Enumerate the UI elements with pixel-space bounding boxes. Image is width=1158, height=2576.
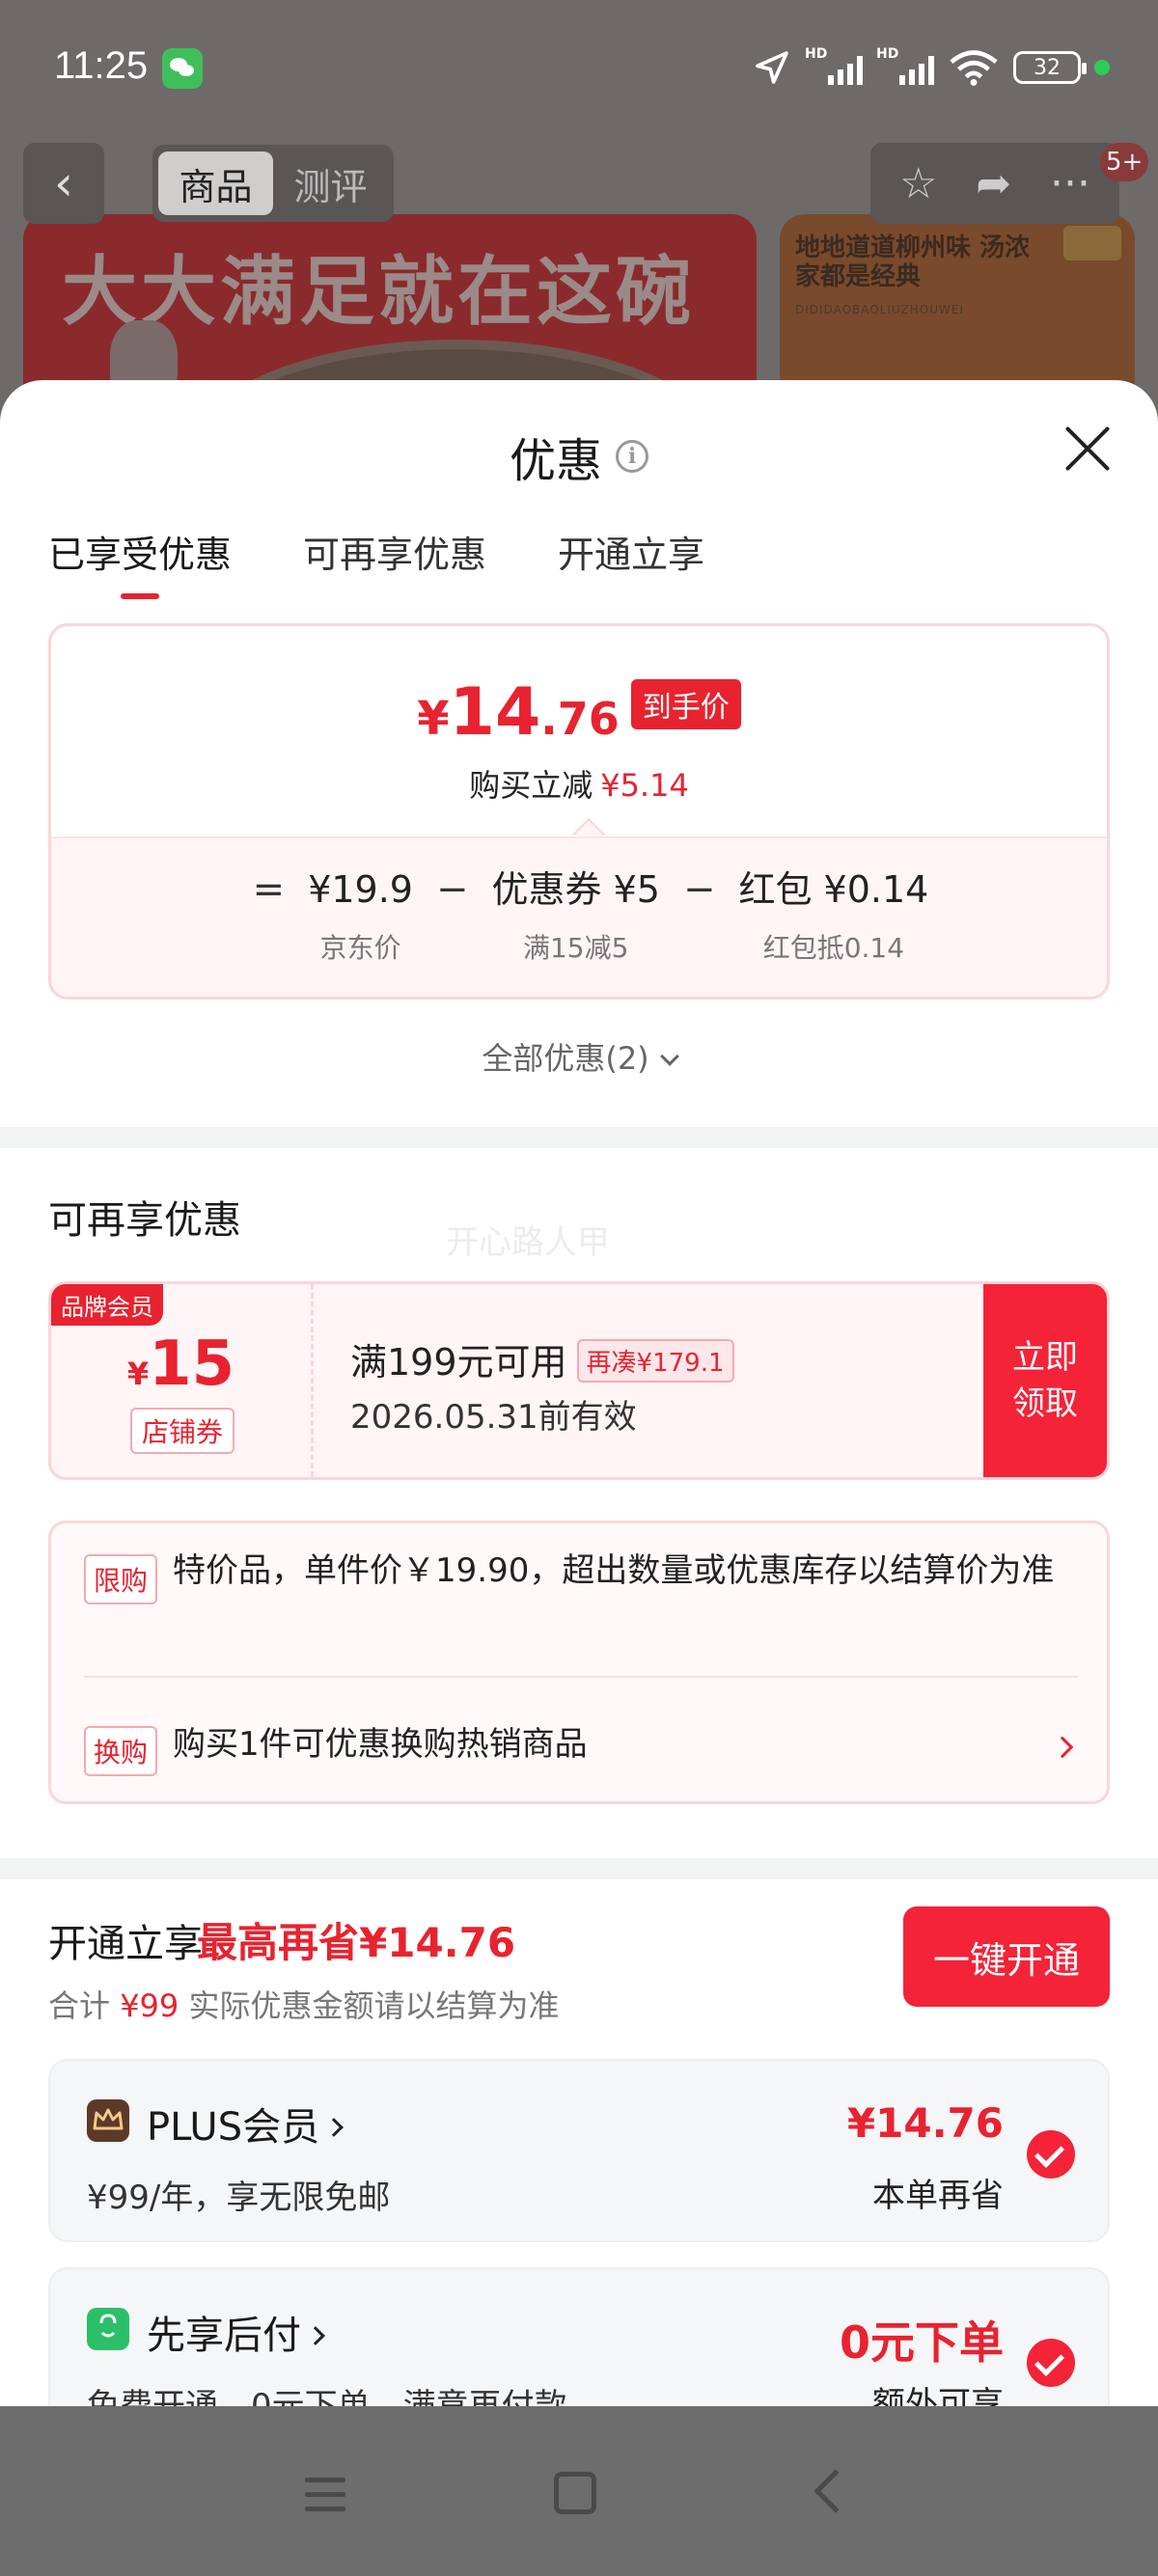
formula-op: = bbox=[252, 867, 286, 912]
final-price-card: ¥14.76 到手价 购买立减 ¥5.14 = ¥19.9 京东价 − 优惠券 ¥5… bbox=[48, 623, 1110, 1000]
banner-right-subtext: DIDIDAOBAOLIUZHOUWEI bbox=[795, 303, 964, 316]
discount-sheet: 优惠 i 已享受优惠 可再享优惠 开通立享 ¥14.76 到手价 购买立减 ¥5.14… bbox=[0, 380, 1158, 2406]
pay-later-title[interactable]: 先享后付 bbox=[147, 2304, 325, 2360]
pay-later-label: 额外可享 bbox=[872, 2385, 1004, 2406]
formula-red-packet: 红包 ¥0.14 红包抵0.14 bbox=[738, 868, 929, 964]
instant-discount-value: ¥5.14 bbox=[600, 767, 689, 804]
one-click-open-button[interactable]: 一键开通 bbox=[903, 1906, 1110, 2007]
status-time: 11:25 bbox=[54, 44, 149, 87]
coupon-amount: ¥15 bbox=[126, 1329, 235, 1400]
rule-divider bbox=[84, 1676, 1078, 1678]
tab-open-to-enjoy[interactable]: 开通立享 bbox=[558, 525, 704, 599]
price-formula: = ¥19.9 京东价 − 优惠券 ¥5 满15减5 − 红包 ¥0.14 红包… bbox=[51, 865, 1107, 966]
plus-membership-desc: ¥99/年，享无限免邮 bbox=[87, 2179, 391, 2217]
wifi-icon bbox=[950, 50, 998, 86]
section-divider bbox=[0, 1127, 1158, 1148]
final-price-decimal: .76 bbox=[540, 693, 620, 745]
more-options-icon[interactable]: ··· bbox=[1050, 159, 1090, 208]
coupon-need-more: 再凑¥179.1 bbox=[576, 1339, 734, 1383]
crown-icon bbox=[87, 2099, 129, 2142]
camera-indicator-dot bbox=[1094, 60, 1110, 75]
chevron-right-icon bbox=[306, 2326, 325, 2345]
tab-review[interactable]: 测评 bbox=[273, 151, 388, 215]
chevron-right-icon[interactable] bbox=[1051, 1736, 1074, 1759]
claim-coupon-button[interactable]: 立即领取 bbox=[983, 1284, 1107, 1477]
rule-tag-exchange: 换购 bbox=[84, 1726, 158, 1776]
banner-right-text: 地地道道柳州味 汤浓家都是经典 bbox=[795, 233, 1031, 291]
message-badge: 5+ bbox=[1100, 143, 1149, 181]
location-icon bbox=[756, 51, 788, 84]
pay-later-desc: 免费开通，0元下单，满意再付款 bbox=[87, 2387, 567, 2406]
final-price-integer: 14 bbox=[449, 674, 541, 751]
watermark: 开心路人甲 bbox=[446, 1223, 610, 1262]
rule-text-limit: 特价品，单件价￥19.90，超出数量或优惠库存以结算价为准 bbox=[173, 1551, 1055, 1590]
tab-more-discounts[interactable]: 可再享优惠 bbox=[303, 525, 486, 599]
coupon-condition: 满199元可用 再凑¥179.1 bbox=[350, 1332, 734, 1385]
page-tabs: 商品 测评 bbox=[152, 145, 394, 222]
recent-apps-icon[interactable] bbox=[305, 2478, 345, 2512]
formula-coupon: 优惠券 ¥5 满15减5 bbox=[491, 868, 660, 964]
purchase-rules: 限购 特价品，单件价￥19.90，超出数量或优惠库存以结算价为准 换购 购买1件… bbox=[48, 1521, 1110, 1804]
shopping-bag-icon bbox=[87, 2308, 129, 2350]
final-price: ¥14.76 到手价 bbox=[51, 674, 1107, 751]
chevron-right-icon bbox=[324, 2118, 344, 2137]
status-bar: 11:25 HD HD 32 bbox=[0, 0, 1158, 135]
plus-membership-card[interactable]: PLUS会员 ¥99/年，享无限免邮 ¥14.76 本单再省 bbox=[48, 2059, 1110, 2242]
pay-later-card[interactable]: 先享后付 免费开通，0元下单，满意再付款 0元下单 额外可享 bbox=[48, 2267, 1110, 2406]
brand-member-badge: 品牌会员 bbox=[51, 1284, 163, 1326]
status-indicators: HD HD 32 bbox=[753, 46, 1110, 89]
share-icon[interactable]: ➦ bbox=[976, 159, 1011, 208]
signal-1-icon: HD bbox=[805, 46, 863, 85]
close-button[interactable] bbox=[1063, 425, 1112, 473]
home-icon[interactable] bbox=[554, 2472, 596, 2514]
tab-enjoyed-discounts[interactable]: 已享受优惠 bbox=[48, 525, 232, 599]
formula-op: − bbox=[435, 867, 469, 912]
info-icon[interactable]: i bbox=[616, 440, 648, 473]
back-button[interactable]: ‹ bbox=[23, 143, 104, 224]
more-discounts-title: 可再享优惠 bbox=[48, 1198, 241, 1243]
rule-tag-limit: 限购 bbox=[84, 1554, 158, 1604]
formula-jd-price: ¥19.9 京东价 bbox=[308, 868, 413, 964]
open-to-enjoy-title: 开通立享 bbox=[48, 1922, 203, 1966]
sheet-header: 优惠 i bbox=[0, 423, 1158, 490]
plus-membership-title[interactable]: PLUS会员 bbox=[147, 2096, 344, 2151]
sheet-title: 优惠 bbox=[509, 434, 602, 488]
section-divider bbox=[0, 1858, 1158, 1879]
wechat-notification-icon bbox=[162, 48, 203, 89]
nav-actions: ☆ ➦ ··· bbox=[870, 143, 1119, 224]
checked-icon[interactable] bbox=[1027, 2130, 1075, 2179]
battery-icon: 32 bbox=[1013, 51, 1087, 84]
plus-save-label: 本单再省 bbox=[872, 2177, 1004, 2215]
open-total: 合计 ¥99 实际优惠金额请以结算为准 bbox=[48, 1987, 560, 2024]
final-price-tag: 到手价 bbox=[630, 679, 741, 729]
tab-product[interactable]: 商品 bbox=[158, 151, 273, 215]
checked-icon[interactable] bbox=[1027, 2339, 1075, 2387]
coupon-type-label: 店铺券 bbox=[130, 1408, 235, 1454]
coupon-expiry: 2026.05.31前有效 bbox=[350, 1398, 637, 1437]
banner-logo bbox=[1063, 226, 1121, 260]
max-save-amount: 最高再省¥14.76 bbox=[197, 1919, 516, 1966]
pay-later-value: 0元下单 bbox=[839, 2316, 1004, 2369]
instant-discount: 购买立减 ¥5.14 bbox=[469, 767, 689, 804]
back-nav-icon[interactable] bbox=[813, 2469, 858, 2513]
chevron-down-icon bbox=[659, 1047, 679, 1066]
plus-save-value: ¥14.76 bbox=[846, 2099, 1004, 2147]
store-coupon-card: ¥15 店铺券 品牌会员 满199元可用 再凑¥179.1 2026.05.31前… bbox=[48, 1281, 1110, 1480]
rule-text-exchange[interactable]: 购买1件可优惠换购热销商品 bbox=[173, 1718, 1022, 1770]
formula-op: − bbox=[682, 867, 716, 912]
favorite-star-icon[interactable]: ☆ bbox=[899, 159, 937, 208]
all-deals-toggle[interactable]: 全部优惠(2) bbox=[0, 1034, 1158, 1079]
discount-tabs: 已享受优惠 可再享优惠 开通立享 bbox=[48, 525, 704, 599]
system-navigation-bar bbox=[0, 2406, 1158, 2576]
signal-2-icon: HD bbox=[876, 46, 934, 85]
